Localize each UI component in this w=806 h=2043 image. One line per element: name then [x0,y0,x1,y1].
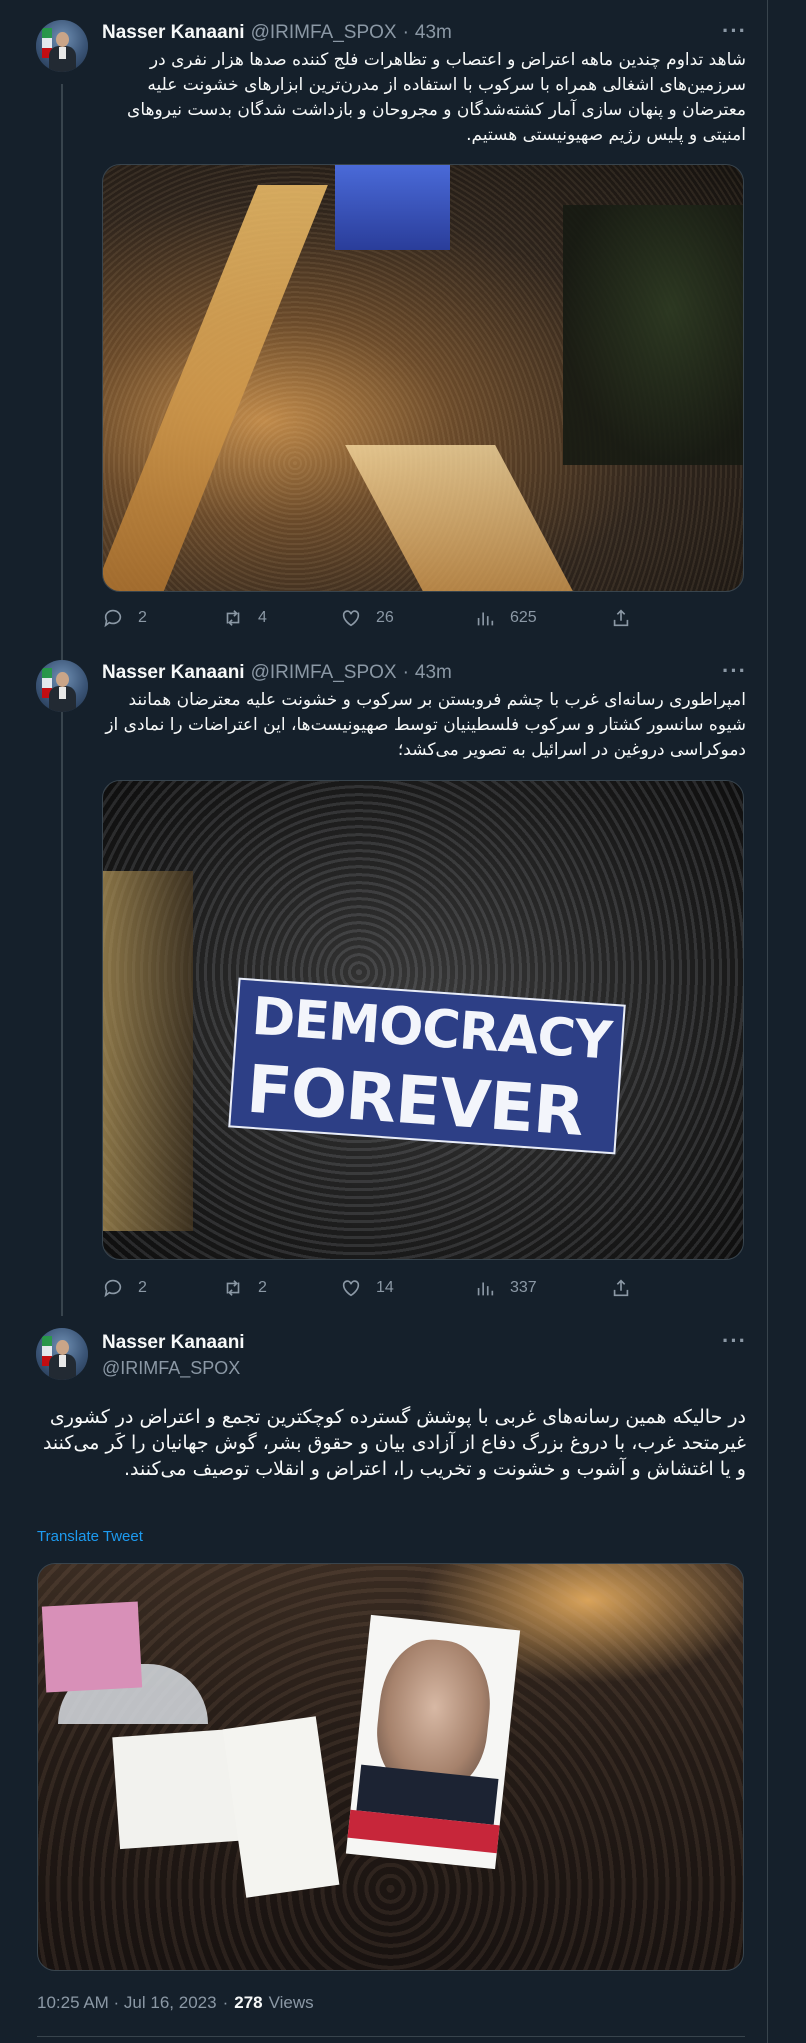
like-count: 26 [376,609,394,626]
views-count: 278 [234,1993,263,2012]
tweet-timestamp[interactable]: 10:25 AM · Jul 16, 2023 [37,1993,217,2013]
thread-line [61,84,63,664]
retweet-count: 4 [258,609,267,626]
timeline-column: Nasser Kanaani @IRIMFA_SPOX · 43m ··· شا… [0,0,768,2043]
views-count: 337 [510,1279,537,1296]
retweet-icon [226,610,240,626]
reply-icon [104,1279,122,1298]
like-count: 14 [376,1279,394,1296]
avatar[interactable] [36,20,88,72]
reply-count: 2 [138,609,147,626]
divider [37,2036,745,2037]
tweet-image[interactable] [37,1563,744,1971]
separator: · [402,22,409,43]
tweet-header: Nasser Kanaani @IRIMFA_SPOX · 43m [102,22,452,44]
analytics-icon [477,1282,494,1296]
tweet-actions: 2 4 26 625 [102,607,744,633]
reply-button[interactable]: 2 [102,607,147,629]
thread-line [61,712,63,1316]
author-handle[interactable]: @IRIMFA_SPOX [102,1358,240,1379]
views-button[interactable]: 337 [474,1277,537,1299]
separator: · [222,1993,229,2012]
share-icon [613,609,629,627]
retweet-count: 2 [258,1279,267,1296]
separator: · [402,662,409,683]
avatar[interactable] [36,660,88,712]
analytics-icon [477,612,494,626]
reply-count: 2 [138,1279,147,1296]
retweet-icon [226,1280,240,1296]
views-label: Views [268,1993,314,2012]
like-button[interactable]: 26 [340,607,394,629]
tweet-text: امپراطوری رسانه‌ای غرب با چشم فروبستن بر… [105,690,746,760]
translate-tweet-link[interactable]: Translate Tweet [37,1528,143,1545]
tweet-meta: 10:25 AM · Jul 16, 2023 · 278 Views [37,1993,314,2013]
author-handle[interactable]: @IRIMFA_SPOX [251,22,397,44]
share-button[interactable] [610,1277,632,1299]
tweet-time[interactable]: 43m [415,662,452,684]
tweet-text: شاهد تداوم چندین ماهه اعتراض و اعتصاب و … [127,50,746,145]
views-count: 625 [510,609,537,626]
author-name[interactable]: Nasser Kanaani [102,22,245,44]
author-name[interactable]: Nasser Kanaani [102,662,245,684]
retweet-button[interactable]: 2 [222,1277,267,1299]
share-icon [613,1279,629,1297]
heart-icon [342,1280,360,1297]
more-options-icon[interactable]: ··· [722,658,747,684]
like-button[interactable]: 14 [340,1277,394,1299]
reply-button[interactable]: 2 [102,1277,147,1299]
tweet-image[interactable] [102,164,744,592]
tweet-image[interactable]: DEMOCRACY FOREVER [102,780,744,1260]
tweet-header: Nasser Kanaani @IRIMFA_SPOX · 43m [102,662,452,684]
more-options-icon[interactable]: ··· [722,1328,747,1354]
heart-icon [342,610,360,627]
democracy-banner: DEMOCRACY FOREVER [228,977,626,1155]
retweet-button[interactable]: 4 [222,607,267,629]
share-button[interactable] [610,607,632,629]
reply-icon [104,609,122,628]
tweet-time[interactable]: 43m [415,22,452,44]
tweet-actions: 2 2 14 337 [102,1277,744,1303]
views-button[interactable]: 625 [474,607,537,629]
tweet-text: در حالیکه همین رسانه‌های غربی با پوشش گس… [42,1406,746,1480]
author-name[interactable]: Nasser Kanaani [102,1332,245,1354]
more-options-icon[interactable]: ··· [722,18,747,44]
avatar[interactable] [36,1328,88,1380]
author-handle[interactable]: @IRIMFA_SPOX [251,662,397,684]
